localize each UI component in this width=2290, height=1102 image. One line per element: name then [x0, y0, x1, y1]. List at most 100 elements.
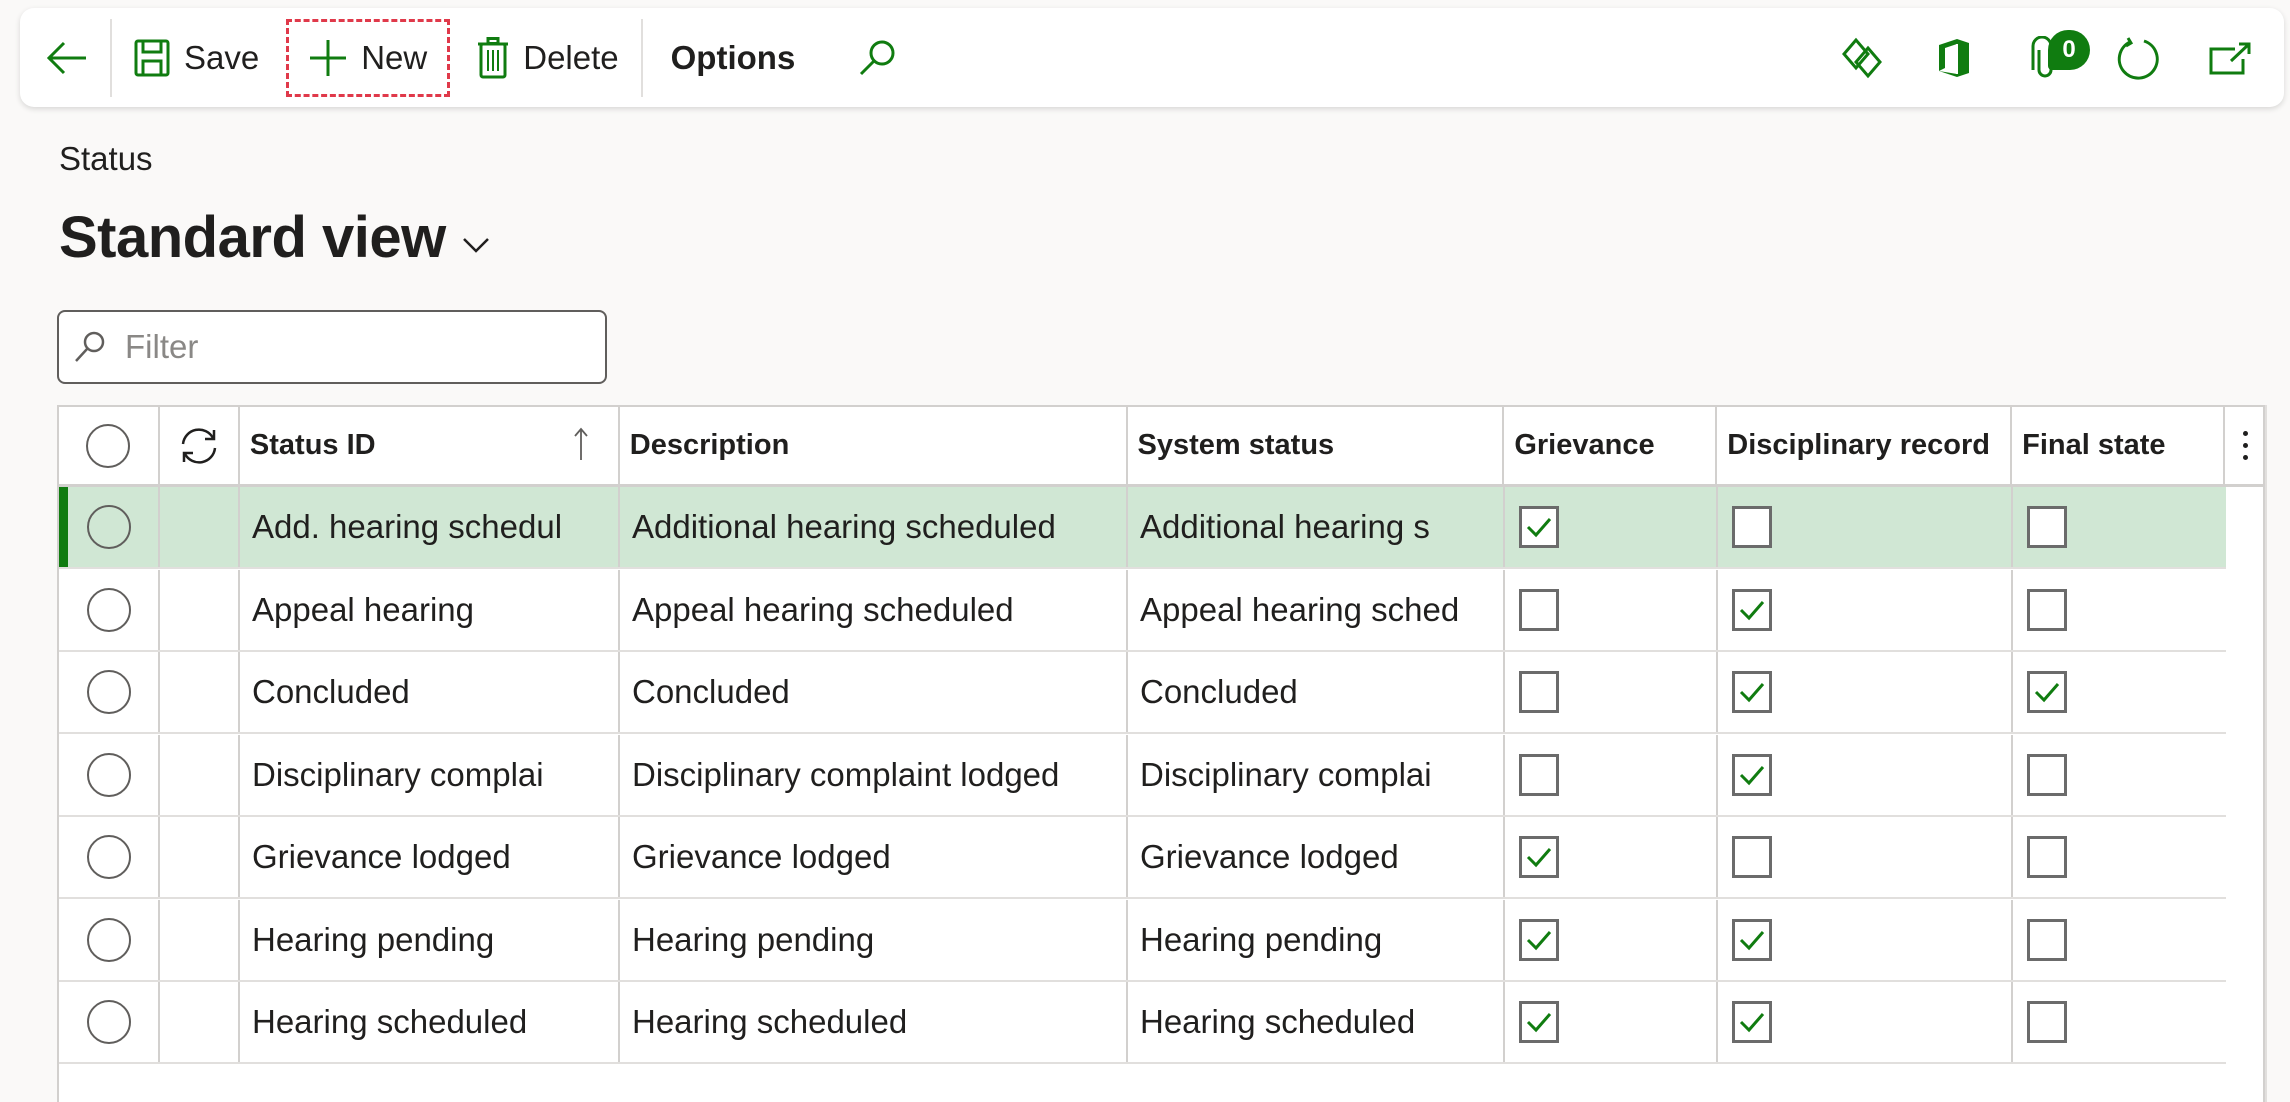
- power-apps-button[interactable]: [1816, 16, 1908, 100]
- row-refresh-cell: [160, 817, 240, 897]
- final-state-checkbox[interactable]: [2027, 918, 2067, 961]
- row-select-radio[interactable]: [86, 587, 131, 632]
- status-id-cell[interactable]: Disciplinary complai: [240, 734, 620, 815]
- grievance-cell: [1505, 982, 1718, 1062]
- system-status-cell[interactable]: Appeal hearing sched: [1128, 569, 1505, 650]
- grievance-cell: [1505, 652, 1718, 732]
- filter-input[interactable]: [125, 328, 585, 366]
- row-select-radio[interactable]: [86, 835, 131, 879]
- description-cell[interactable]: Hearing pending: [620, 899, 1128, 980]
- row-select-radio[interactable]: [86, 670, 131, 714]
- disciplinary-record-checkbox[interactable]: [1732, 918, 1772, 961]
- column-options-cell: [2225, 407, 2263, 484]
- description-cell[interactable]: Hearing scheduled: [620, 982, 1128, 1062]
- status-id-value: Concluded: [252, 673, 410, 710]
- status-id-cell[interactable]: Appeal hearing: [240, 569, 620, 650]
- grid-header-row: Status ID Description System status Grie…: [59, 407, 2263, 487]
- status-id-cell[interactable]: Add. hearing schedul: [240, 487, 620, 567]
- system-status-value: Grievance lodged: [1140, 838, 1399, 875]
- grievance-checkbox[interactable]: [1519, 588, 1559, 631]
- table-row[interactable]: Hearing pending Hearing pending Hearing …: [59, 899, 2226, 982]
- table-row[interactable]: Concluded Concluded Concluded: [59, 652, 2226, 734]
- status-grid: Status ID Description System status Grie…: [57, 405, 2265, 1102]
- system-status-cell[interactable]: Hearing pending: [1128, 899, 1505, 980]
- system-status-cell[interactable]: Grievance lodged: [1128, 817, 1505, 897]
- new-button[interactable]: New: [283, 16, 453, 100]
- column-header-label: Description: [629, 429, 790, 461]
- row-select-cell: [59, 652, 160, 732]
- column-header-label: System status: [1137, 429, 1335, 461]
- grievance-checkbox[interactable]: [1519, 836, 1559, 878]
- refresh-icon: [2117, 36, 2159, 80]
- system-status-cell[interactable]: Additional hearing s: [1128, 487, 1505, 567]
- disciplinary-record-checkbox[interactable]: [1732, 588, 1772, 631]
- status-id-cell[interactable]: Grievance lodged: [240, 817, 620, 897]
- column-header-status-id[interactable]: Status ID: [240, 407, 620, 484]
- final-state-checkbox[interactable]: [2027, 1001, 2067, 1043]
- description-cell[interactable]: Disciplinary complaint lodged: [620, 734, 1128, 815]
- save-button[interactable]: Save: [112, 16, 281, 100]
- system-status-value: Disciplinary complai: [1140, 755, 1432, 793]
- final-state-checkbox[interactable]: [2027, 588, 2067, 631]
- select-all-radio[interactable]: [86, 423, 131, 468]
- disciplinary-record-checkbox[interactable]: [1732, 836, 1772, 878]
- column-header-disciplinary-record[interactable]: Disciplinary record: [1717, 407, 2013, 484]
- system-status-value: Additional hearing s: [1140, 508, 1430, 545]
- system-status-cell[interactable]: Hearing scheduled: [1128, 982, 1505, 1062]
- system-status-cell[interactable]: Disciplinary complai: [1128, 734, 1505, 815]
- grievance-checkbox[interactable]: [1519, 671, 1559, 713]
- refresh-button[interactable]: [2092, 16, 2184, 100]
- disciplinary-record-checkbox[interactable]: [1732, 506, 1772, 548]
- status-id-cell[interactable]: Hearing pending: [240, 899, 620, 980]
- final-state-checkbox[interactable]: [2027, 671, 2067, 713]
- disciplinary-record-checkbox[interactable]: [1732, 753, 1772, 796]
- description-cell[interactable]: Appeal hearing scheduled: [620, 569, 1128, 650]
- table-row[interactable]: Appeal hearing Appeal hearing scheduled …: [59, 569, 2226, 652]
- row-select-radio[interactable]: [86, 505, 131, 549]
- column-header-grievance[interactable]: Grievance: [1504, 407, 1718, 484]
- open-in-new-window-button[interactable]: [2184, 16, 2276, 100]
- table-row[interactable]: Add. hearing schedul Additional hearing …: [59, 487, 2226, 569]
- checkmark-icon: [1526, 518, 1552, 538]
- search-button[interactable]: [835, 16, 919, 100]
- description-cell[interactable]: Grievance lodged: [620, 817, 1128, 897]
- final-state-checkbox[interactable]: [2027, 753, 2067, 796]
- final-state-checkbox[interactable]: [2027, 836, 2067, 878]
- column-header-system-status[interactable]: System status: [1128, 407, 1505, 484]
- disciplinary-record-checkbox[interactable]: [1732, 671, 1772, 713]
- column-header-description[interactable]: Description: [620, 407, 1128, 484]
- table-row[interactable]: Hearing scheduled Hearing scheduled Hear…: [59, 982, 2226, 1064]
- delete-button[interactable]: Delete: [455, 16, 640, 100]
- disciplinary-record-cell: [1718, 734, 2013, 815]
- status-id-cell[interactable]: Hearing scheduled: [240, 982, 620, 1062]
- back-button[interactable]: [20, 16, 110, 100]
- grievance-cell: [1505, 734, 1718, 815]
- status-id-cell[interactable]: Concluded: [240, 652, 620, 732]
- column-header-final-state[interactable]: Final state: [2012, 407, 2226, 484]
- options-tab[interactable]: Options: [643, 16, 836, 100]
- grievance-checkbox[interactable]: [1519, 753, 1559, 796]
- table-row[interactable]: Disciplinary complai Disciplinary compla…: [59, 734, 2226, 817]
- view-selector[interactable]: Standard view: [59, 204, 490, 271]
- office-button[interactable]: [1908, 16, 2000, 100]
- grievance-checkbox[interactable]: [1519, 506, 1559, 548]
- row-select-radio[interactable]: [86, 1000, 131, 1044]
- column-header-label: Grievance: [1514, 429, 1655, 461]
- final-state-checkbox[interactable]: [2027, 506, 2067, 548]
- description-cell[interactable]: Concluded: [620, 652, 1128, 732]
- select-all-cell: [59, 407, 160, 484]
- refresh-grid-icon[interactable]: [177, 424, 221, 468]
- disciplinary-record-checkbox[interactable]: [1732, 1001, 1772, 1043]
- description-cell[interactable]: Additional hearing scheduled: [620, 487, 1128, 567]
- vertical-scrollbar[interactable]: [2265, 405, 2267, 1102]
- more-options-icon[interactable]: [2242, 431, 2248, 460]
- row-select-cell: [59, 817, 160, 897]
- row-select-radio[interactable]: [86, 917, 131, 962]
- table-row[interactable]: Grievance lodged Grievance lodged Grieva…: [59, 817, 2226, 899]
- attachments-button[interactable]: 0: [2000, 16, 2092, 100]
- row-select-radio[interactable]: [86, 752, 131, 797]
- grievance-checkbox[interactable]: [1519, 918, 1559, 961]
- grievance-checkbox[interactable]: [1519, 1001, 1559, 1043]
- row-select-cell: [59, 487, 160, 567]
- system-status-cell[interactable]: Concluded: [1128, 652, 1505, 732]
